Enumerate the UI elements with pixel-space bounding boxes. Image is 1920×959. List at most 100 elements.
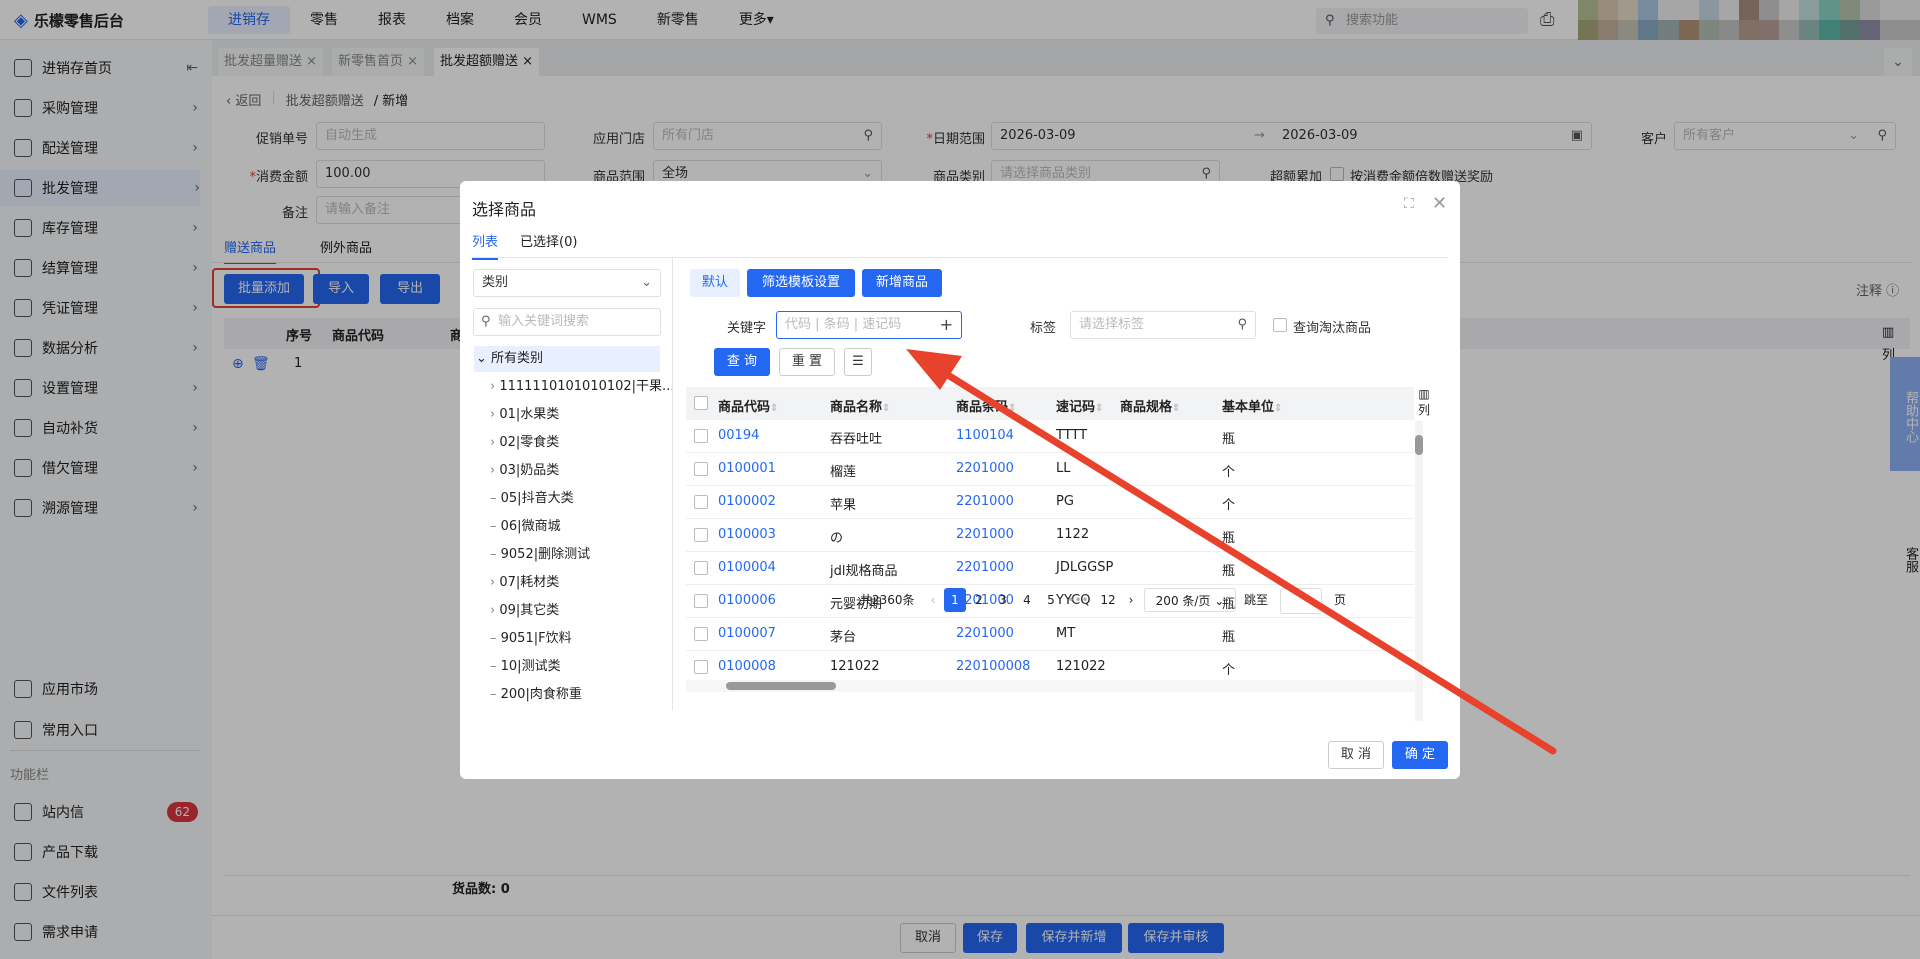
cell-0[interactable]: 0100003 bbox=[718, 527, 776, 542]
row-checkbox[interactable] bbox=[694, 462, 708, 476]
cell-0[interactable]: 0100008 bbox=[718, 659, 776, 674]
cell-5: 个 bbox=[1222, 465, 1236, 480]
next-page-icon[interactable]: › bbox=[1124, 588, 1138, 612]
cell-0[interactable]: 0100002 bbox=[718, 494, 776, 509]
sort-icon[interactable]: ⇕ bbox=[1274, 403, 1282, 414]
cell-2[interactable]: 1100104 bbox=[956, 428, 1014, 443]
sort-icon[interactable]: ⇕ bbox=[882, 403, 890, 414]
jump-page-input[interactable] bbox=[1280, 588, 1322, 614]
table-row[interactable]: 0100003 の 2201000 1122 瓶 bbox=[686, 519, 1414, 552]
chevron-right-icon[interactable]: › bbox=[490, 575, 499, 590]
row-checkbox[interactable] bbox=[694, 594, 708, 608]
cell-2[interactable]: 2201000 bbox=[956, 527, 1014, 542]
reset-button[interactable]: 重 置 bbox=[779, 348, 835, 376]
cell-2[interactable]: 2201000 bbox=[956, 494, 1014, 509]
chevron-down-icon[interactable]: ⌄ bbox=[476, 351, 491, 366]
sort-icon[interactable]: ⇕ bbox=[1008, 403, 1016, 414]
row-checkbox[interactable] bbox=[694, 561, 708, 575]
category-type-select[interactable]: 类别 ⌄ bbox=[473, 269, 661, 297]
tree-node[interactable]: – 05|抖音大类 bbox=[490, 488, 574, 510]
obsolete-checkbox[interactable] bbox=[1273, 318, 1287, 332]
close-icon[interactable]: ✕ bbox=[1432, 193, 1447, 214]
cell-0[interactable]: 0100006 bbox=[718, 593, 776, 608]
filter-settings-icon[interactable]: ☰ bbox=[844, 348, 872, 376]
tree-node[interactable]: › 02|零食类 bbox=[490, 432, 559, 454]
tree-search-input[interactable]: ⚲ 输入关键词搜索 bbox=[473, 308, 661, 336]
select-all-checkbox[interactable] bbox=[694, 396, 708, 410]
tab-selected[interactable]: 已选择(0) bbox=[520, 231, 577, 250]
maximize-icon[interactable]: ⛶ bbox=[1404, 196, 1414, 212]
keyword-input[interactable]: 代码 | 条码 | 速记码 + bbox=[776, 311, 962, 339]
vertical-scrollbar[interactable] bbox=[1415, 421, 1423, 721]
row-checkbox[interactable] bbox=[694, 660, 708, 674]
table-row[interactable]: 0100007 茅台 2201000 MT 瓶 bbox=[686, 618, 1414, 651]
cell-0[interactable]: 0100001 bbox=[718, 461, 776, 476]
select-product-modal: 选择商品 ⛶ ✕ 列表 已选择(0) 类别 ⌄ ⚲ 输入关键词搜索 ⌄ 所有类别 › … bbox=[460, 181, 1460, 779]
table-row[interactable]: 00194 吞吞吐吐 1100104 TTTT 瓶 bbox=[686, 420, 1414, 453]
chevron-right-icon[interactable]: › bbox=[490, 463, 499, 478]
chevron-right-icon[interactable]: › bbox=[490, 407, 499, 422]
cell-2[interactable]: 2201000 bbox=[956, 560, 1014, 575]
column-header[interactable]: 基本单位⇕ bbox=[1222, 396, 1282, 415]
page-number[interactable]: ••• bbox=[1064, 588, 1092, 612]
tree-node[interactable]: › 09|其它类 bbox=[490, 600, 559, 622]
tree-node[interactable]: – 9051|F饮料 bbox=[490, 628, 572, 650]
modal-cancel-button[interactable]: 取 消 bbox=[1328, 741, 1384, 769]
cell-2[interactable]: 2201000 bbox=[956, 626, 1014, 641]
tree-node[interactable]: ⌄ 所有类别 bbox=[474, 346, 660, 372]
column-header[interactable]: 速记码⇕ bbox=[1056, 396, 1103, 415]
modal-confirm-button[interactable]: 确 定 bbox=[1392, 741, 1448, 769]
plus-icon[interactable]: + bbox=[940, 312, 953, 338]
tree-node[interactable]: › 01|水果类 bbox=[490, 404, 559, 426]
tree-node[interactable]: › 07|耗材类 bbox=[490, 572, 559, 594]
page-number[interactable]: 3 bbox=[992, 588, 1014, 612]
tree-node[interactable]: – 200|肉食称重 bbox=[490, 684, 582, 706]
row-checkbox[interactable] bbox=[694, 528, 708, 542]
page-number[interactable]: 1 bbox=[944, 588, 966, 612]
page-number[interactable]: 12 bbox=[1094, 588, 1122, 612]
cell-1: 苹果 bbox=[830, 498, 857, 513]
sort-icon[interactable]: ⇕ bbox=[770, 403, 778, 414]
cell-0[interactable]: 0100007 bbox=[718, 626, 776, 641]
query-button[interactable]: 查 询 bbox=[714, 348, 770, 376]
sort-icon[interactable]: ⇕ bbox=[1172, 403, 1180, 414]
horizontal-scrollbar[interactable] bbox=[686, 680, 1416, 692]
column-header[interactable]: 商品规格⇕ bbox=[1120, 396, 1180, 415]
cell-2[interactable]: 220100008 bbox=[956, 659, 1030, 674]
page-number[interactable]: 2 bbox=[968, 588, 990, 612]
cell-0[interactable]: 00194 bbox=[718, 428, 759, 443]
chevron-right-icon[interactable]: › bbox=[490, 603, 499, 618]
table-row[interactable]: 0100001 榴莲 2201000 LL 个 bbox=[686, 453, 1414, 486]
cell-0[interactable]: 0100004 bbox=[718, 560, 776, 575]
chevron-right-icon[interactable]: › bbox=[490, 435, 499, 450]
page-number[interactable]: 5 bbox=[1040, 588, 1062, 612]
cell-2[interactable]: 2201000 bbox=[956, 461, 1014, 476]
tree-node[interactable]: – 10|测试类 bbox=[490, 656, 561, 678]
cell-5: 个 bbox=[1222, 663, 1236, 678]
default-template-button[interactable]: 默认 bbox=[690, 269, 740, 297]
sort-icon[interactable]: ⇕ bbox=[1095, 403, 1103, 414]
cell-1: jdl规格商品 bbox=[830, 564, 898, 579]
tree-node[interactable]: › 03|奶品类 bbox=[490, 460, 559, 482]
page-number[interactable]: 4 bbox=[1016, 588, 1038, 612]
tree-node[interactable]: – 06|微商城 bbox=[490, 516, 561, 538]
cell-3: MT bbox=[1056, 626, 1076, 641]
prev-page-icon[interactable]: ‹ bbox=[926, 588, 940, 612]
column-header[interactable]: 商品名称⇕ bbox=[830, 396, 890, 415]
column-header[interactable]: 商品代码⇕ bbox=[718, 396, 778, 415]
row-checkbox[interactable] bbox=[694, 627, 708, 641]
tree-node[interactable]: › 1111110101010102|干果... bbox=[490, 376, 672, 398]
filter-template-button[interactable]: 筛选模板设置 bbox=[747, 269, 855, 297]
page-size-select[interactable]: 200 条/页 ⌄ bbox=[1144, 588, 1236, 612]
table-row[interactable]: 0100002 苹果 2201000 PG 个 bbox=[686, 486, 1414, 519]
tag-input[interactable]: 请选择标签 ⚲ bbox=[1070, 311, 1256, 339]
column-header[interactable]: 商品条码⇕ bbox=[956, 396, 1016, 415]
tab-list[interactable]: 列表 bbox=[472, 231, 499, 260]
row-checkbox[interactable] bbox=[694, 495, 708, 509]
column-settings-icon[interactable]: ▥ 列 bbox=[1418, 387, 1430, 418]
chevron-right-icon[interactable]: › bbox=[490, 379, 499, 394]
table-row[interactable]: 0100004 jdl规格商品 2201000 JDLGGSP 瓶 bbox=[686, 552, 1414, 585]
tree-node[interactable]: – 9052|删除测试 bbox=[490, 544, 590, 566]
row-checkbox[interactable] bbox=[694, 429, 708, 443]
new-product-button[interactable]: 新增商品 bbox=[862, 269, 942, 297]
